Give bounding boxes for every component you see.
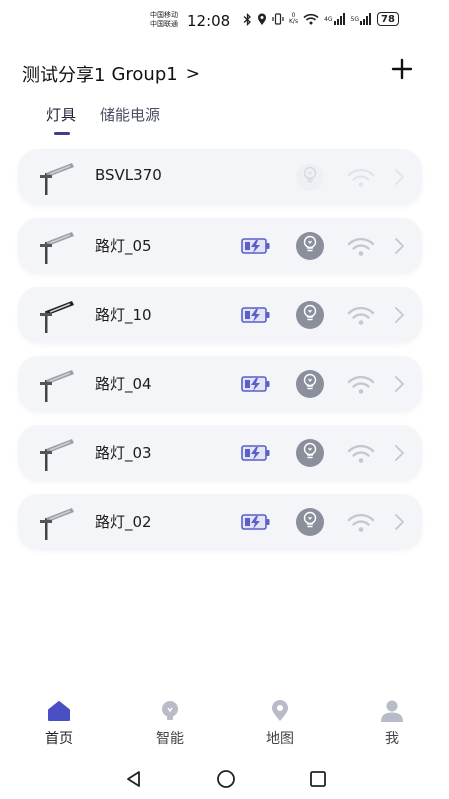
status-time: 12:08 — [187, 12, 231, 30]
map-pin-icon — [272, 700, 288, 721]
recents-button[interactable] — [308, 769, 328, 789]
lamp-toggle-button[interactable] — [296, 232, 324, 260]
location-icon — [257, 13, 267, 26]
nav-map[interactable]: 地图 — [250, 700, 310, 748]
signal-4g-icon: 4G — [324, 13, 345, 25]
street-lamp-image — [36, 297, 76, 333]
signal-5g-icon: 5G — [351, 13, 372, 25]
user-icon — [381, 700, 403, 722]
street-lamp-image — [36, 228, 76, 264]
device-name: 路灯_05 — [95, 237, 152, 255]
chevron-right-icon: > — [185, 64, 200, 84]
device-name: 路灯_04 — [95, 375, 152, 393]
home-system-button[interactable] — [216, 769, 236, 789]
device-card[interactable]: 路灯_03 — [18, 425, 422, 481]
system-nav-bar — [0, 764, 449, 794]
bulb-icon — [302, 166, 318, 188]
net-speed: 0 K/s — [289, 12, 299, 25]
tab-lamps[interactable]: 灯具 — [46, 104, 76, 135]
wifi-signal-icon — [347, 444, 375, 464]
wifi-signal-icon — [347, 168, 375, 188]
bulb-icon — [302, 304, 318, 326]
battery-charging-icon — [241, 374, 271, 394]
bluetooth-icon — [243, 12, 252, 26]
back-button[interactable] — [124, 769, 144, 789]
device-card[interactable]: 路灯_02 — [18, 494, 422, 550]
bulb-icon — [302, 511, 318, 533]
wifi-signal-icon — [347, 237, 375, 257]
lamp-toggle-button[interactable] — [296, 370, 324, 398]
wifi-signal-icon — [347, 306, 375, 326]
chevron-right-icon[interactable] — [393, 512, 405, 532]
lamp-toggle-button[interactable] — [296, 508, 324, 536]
circle-home-icon — [217, 770, 235, 788]
device-card[interactable]: 路灯_04 — [18, 356, 422, 412]
back-triangle-icon — [127, 771, 140, 787]
street-lamp-image — [36, 435, 76, 471]
plus-icon — [391, 58, 413, 80]
chevron-right-icon[interactable] — [393, 443, 405, 463]
nav-profile[interactable]: 我 — [362, 700, 422, 748]
chevron-right-icon[interactable] — [393, 236, 405, 256]
battery-charging-icon — [241, 305, 271, 325]
street-lamp-image — [36, 159, 76, 195]
device-card[interactable]: BSVL370 — [18, 149, 422, 205]
device-card[interactable]: 路灯_05 — [18, 218, 422, 274]
vibrate-icon — [272, 13, 284, 25]
lamp-toggle-button[interactable] — [296, 301, 324, 329]
wifi-signal-icon — [347, 375, 375, 395]
carrier-labels: 中国移动 中国联通 — [150, 11, 178, 28]
nav-home[interactable]: 首页 — [29, 700, 89, 748]
chevron-right-icon[interactable] — [393, 167, 405, 187]
bulb-icon — [302, 373, 318, 395]
tab-power-storage[interactable]: 储能电源 — [100, 104, 160, 135]
share-name: 测试分享1 — [22, 65, 106, 86]
group-selector[interactable]: 测试分享1 Group1 > — [22, 61, 200, 87]
square-recents-icon — [310, 771, 326, 787]
home-icon — [48, 701, 70, 721]
battery-indicator: 78 — [377, 12, 399, 26]
add-device-button[interactable] — [388, 55, 416, 83]
wifi-signal-icon — [347, 513, 375, 533]
bottom-nav: 首页 智能 地图 我 — [0, 700, 449, 756]
lamp-toggle-button[interactable] — [296, 439, 324, 467]
chevron-right-icon[interactable] — [393, 374, 405, 394]
device-name: BSVL370 — [95, 166, 162, 184]
device-name: 路灯_02 — [95, 513, 152, 531]
status-bar: 中国移动 中国联通 12:08 0 K/s 4G 5G 78 — [0, 0, 449, 40]
device-card[interactable]: 路灯_10 — [18, 287, 422, 343]
nav-smart[interactable]: 智能 — [140, 700, 200, 748]
street-lamp-image — [36, 366, 76, 402]
wifi-status-icon — [303, 13, 319, 25]
street-lamp-image — [36, 504, 76, 540]
status-icons: 0 K/s 4G 5G 78 — [243, 12, 399, 26]
bulb-icon — [302, 235, 318, 257]
bulb-icon — [302, 442, 318, 464]
device-name: 路灯_03 — [95, 444, 152, 462]
battery-charging-icon — [241, 236, 271, 256]
group-name: Group1 — [111, 63, 178, 85]
device-name: 路灯_10 — [95, 306, 152, 324]
category-tabs: 灯具 储能电源 — [46, 104, 160, 135]
chevron-right-icon[interactable] — [393, 305, 405, 325]
battery-charging-icon — [241, 512, 271, 532]
bulb-icon — [162, 701, 178, 720]
lamp-toggle-button[interactable] — [296, 163, 324, 191]
battery-charging-icon — [241, 443, 271, 463]
